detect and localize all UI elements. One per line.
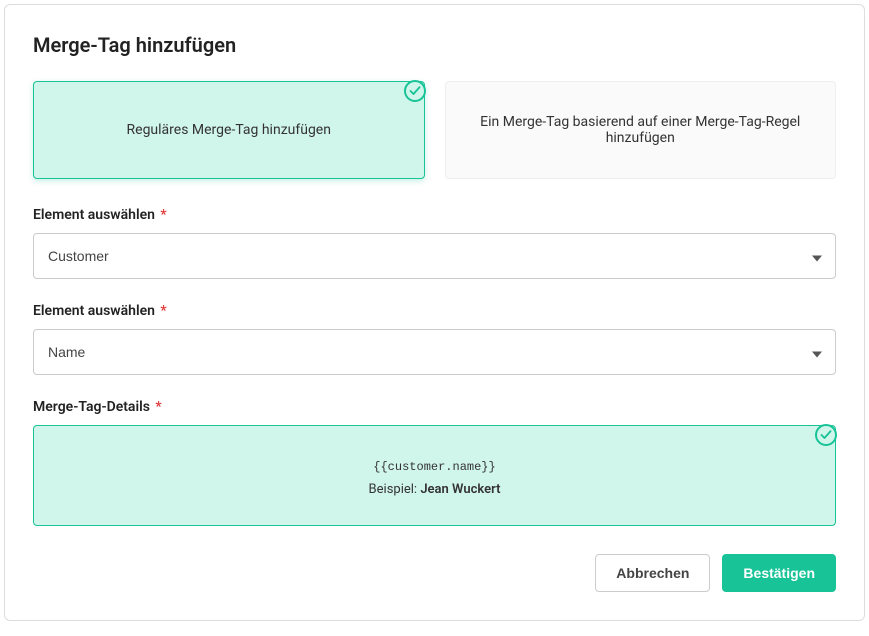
cancel-button[interactable]: Abbrechen — [595, 554, 710, 592]
option-regular-merge-tag[interactable]: Reguläres Merge-Tag hinzufügen — [33, 81, 425, 179]
select2-wrap: Name — [33, 329, 836, 375]
modal-footer: Abbrechen Bestätigen — [33, 554, 836, 592]
option-rule-merge-tag[interactable]: Ein Merge-Tag basierend auf einer Merge-… — [445, 81, 837, 179]
details-label-text: Merge-Tag-Details — [33, 399, 150, 415]
required-indicator: * — [157, 303, 167, 319]
merge-tag-details-box: {{customer.name}} Beispiel: Jean Wuckert — [33, 425, 836, 526]
form-group-details: Merge-Tag-Details * {{customer.name}} Be… — [33, 399, 836, 526]
select1-label-text: Element auswählen — [33, 207, 155, 223]
confirm-button[interactable]: Bestätigen — [722, 554, 836, 592]
option-row: Reguläres Merge-Tag hinzufügen Ein Merge… — [33, 81, 836, 179]
example-line: Beispiel: Jean Wuckert — [54, 482, 815, 497]
merge-tag-modal: Merge-Tag hinzufügen Reguläres Merge-Tag… — [4, 4, 865, 621]
example-value: Jean Wuckert — [420, 482, 500, 497]
required-indicator: * — [157, 207, 167, 223]
option-rule-label: Ein Merge-Tag basierend auf einer Merge-… — [466, 114, 816, 146]
select-element-1[interactable]: Customer — [33, 233, 836, 279]
select-element-2[interactable]: Name — [33, 329, 836, 375]
check-icon — [815, 424, 837, 446]
check-icon — [404, 80, 426, 102]
select1-wrap: Customer — [33, 233, 836, 279]
form-group-element-2: Element auswählen * Name — [33, 303, 836, 375]
select2-label-text: Element auswählen — [33, 303, 155, 319]
merge-tag-code: {{customer.name}} — [54, 460, 815, 474]
option-regular-label: Reguläres Merge-Tag hinzufügen — [127, 122, 331, 138]
modal-title: Merge-Tag hinzufügen — [33, 33, 836, 57]
select2-label: Element auswählen * — [33, 303, 836, 319]
required-indicator: * — [152, 399, 162, 415]
details-label: Merge-Tag-Details * — [33, 399, 836, 415]
select1-value: Customer — [48, 248, 109, 264]
select1-label: Element auswählen * — [33, 207, 836, 223]
example-prefix: Beispiel: — [369, 482, 418, 497]
select2-value: Name — [48, 344, 85, 360]
form-group-element-1: Element auswählen * Customer — [33, 207, 836, 279]
